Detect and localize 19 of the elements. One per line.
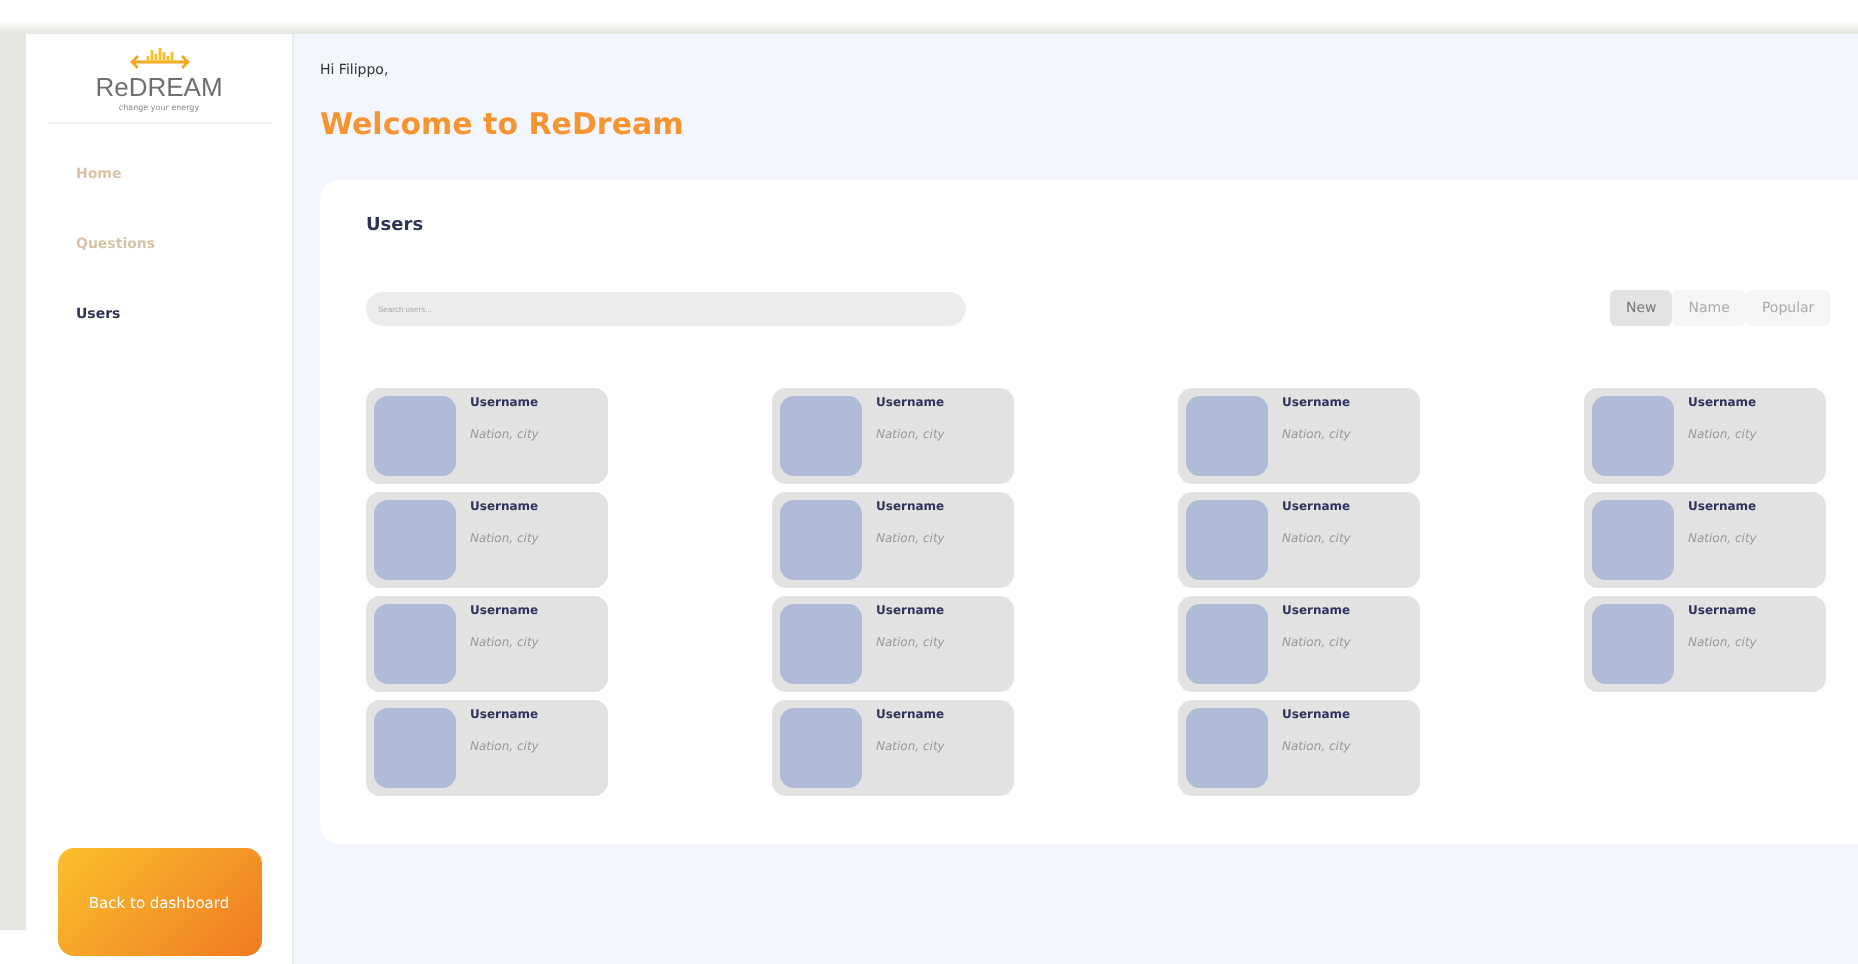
avatar-placeholder bbox=[780, 708, 862, 788]
avatar-placeholder bbox=[1186, 708, 1268, 788]
avatar-placeholder bbox=[1186, 396, 1268, 476]
avatar-placeholder bbox=[1592, 396, 1674, 476]
logo-text: ReDREAM bbox=[95, 74, 223, 102]
avatar-placeholder bbox=[374, 604, 456, 684]
avatar-placeholder bbox=[1186, 500, 1268, 580]
avatar-placeholder bbox=[1592, 500, 1674, 580]
avatar-placeholder bbox=[374, 708, 456, 788]
avatar-placeholder bbox=[1592, 604, 1674, 684]
avatar-placeholder bbox=[780, 396, 862, 476]
avatar-placeholder bbox=[374, 500, 456, 580]
avatar-placeholder bbox=[1186, 604, 1268, 684]
panel-title: Users bbox=[366, 216, 426, 240]
page-title: Welcome to ReDream bbox=[320, 106, 686, 146]
logo-icon bbox=[129, 46, 189, 74]
avatar-placeholder bbox=[780, 500, 862, 580]
avatar-placeholder bbox=[780, 604, 862, 684]
avatar-placeholder bbox=[374, 396, 456, 476]
